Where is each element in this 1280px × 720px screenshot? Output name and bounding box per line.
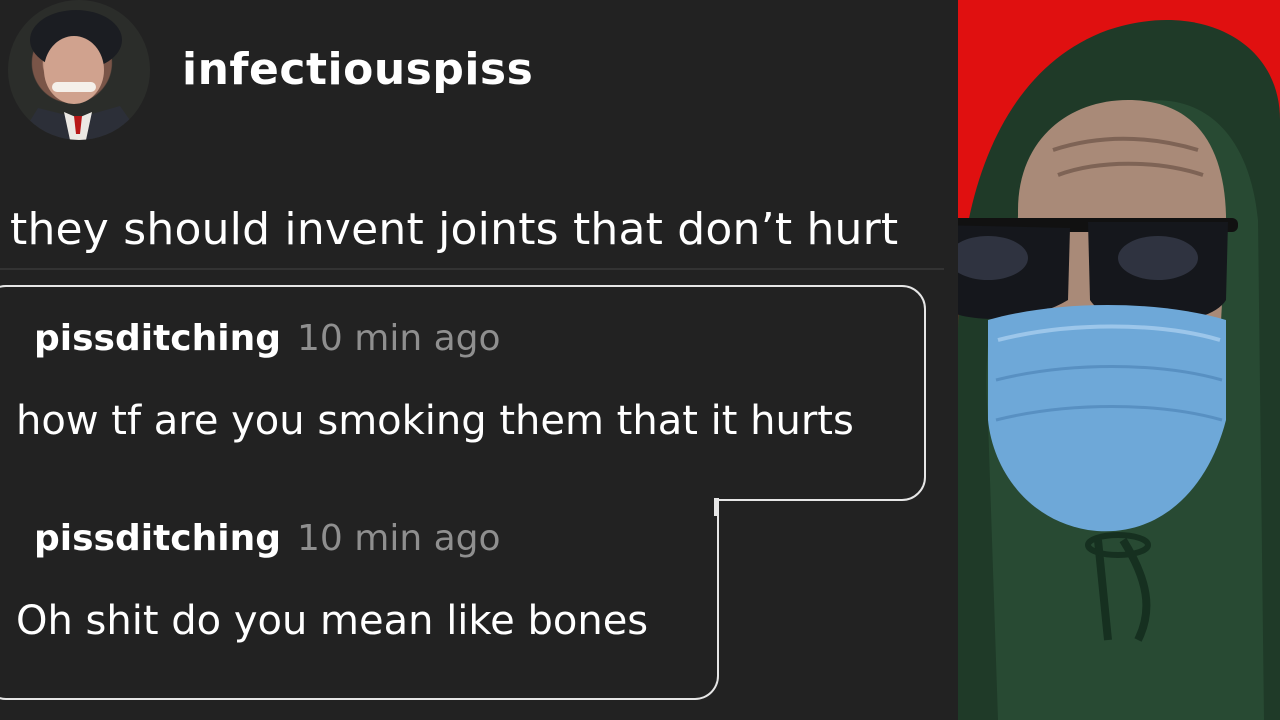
reply-text: Oh shit do you mean like bones (16, 598, 649, 644)
post-username[interactable]: infectiouspiss (182, 44, 533, 95)
reply-timestamp: 10 min ago (297, 518, 501, 559)
reply-timestamp: 10 min ago (297, 318, 501, 359)
post-panel: infectiouspiss they should invent joints… (0, 0, 958, 720)
hooded-person-image (958, 20, 1280, 720)
reply-username[interactable]: pissditching (34, 318, 281, 359)
avatar-image (18, 10, 144, 140)
webcam-overlay (958, 0, 1280, 720)
reply-header: pissditching 10 min ago (34, 518, 501, 559)
reply-username[interactable]: pissditching (34, 518, 281, 559)
post-text: they should invent joints that don’t hur… (10, 204, 899, 255)
divider (0, 268, 944, 270)
reply-header: pissditching 10 min ago (34, 318, 501, 359)
thread-connector (714, 498, 717, 516)
avatar[interactable] (8, 0, 150, 140)
reply-text: how tf are you smoking them that it hurt… (16, 398, 854, 444)
